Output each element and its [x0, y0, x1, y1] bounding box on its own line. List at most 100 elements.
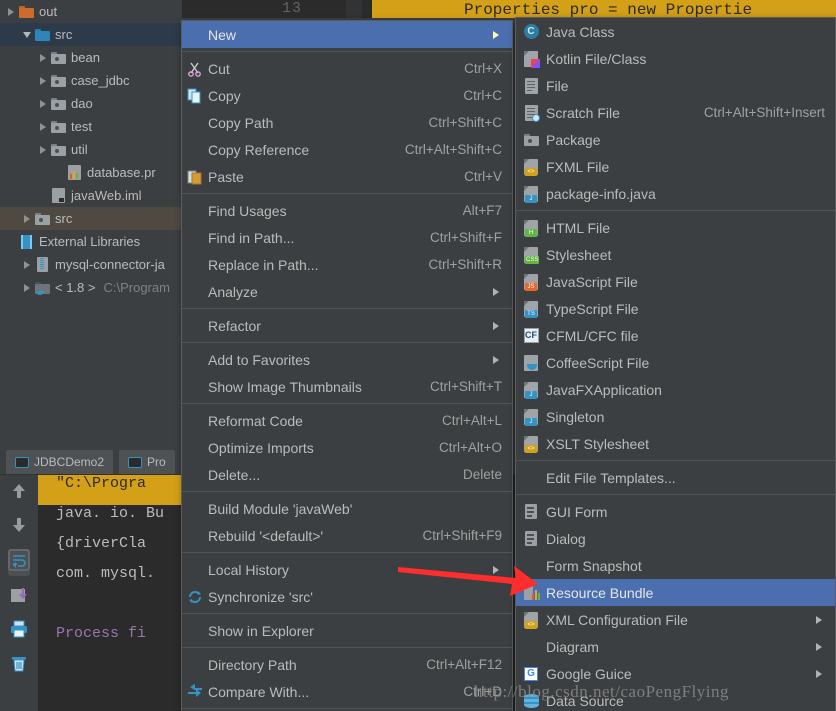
tree-item-javaweb-iml[interactable]: javaWeb.iml [0, 184, 182, 207]
menu-item-delete[interactable]: Delete... Delete [182, 461, 512, 488]
menu-item-show-image-thumbnails[interactable]: Show Image Thumbnails Ctrl+Shift+T [182, 373, 512, 400]
tree-item-dao[interactable]: dao [0, 92, 182, 115]
menu-item-kotlin-file-class[interactable]: Kotlin File/Class [516, 45, 835, 72]
arrow-down-icon[interactable] [9, 515, 29, 540]
context-menu[interactable]: New Cut Ctrl+X Copy Ctrl+C Copy Path Ctrl+Shif… [181, 20, 513, 711]
soft-wrap-icon[interactable] [8, 549, 30, 576]
menu-item-typescript-file[interactable]: TS TypeScript File [516, 295, 835, 322]
tree-item-label: src [55, 211, 73, 226]
menu-item-find-usages[interactable]: Find Usages Alt+F7 [182, 197, 512, 224]
menu-item-label: CoffeeScript File [546, 354, 650, 371]
tree-item-bean[interactable]: bean [0, 46, 182, 69]
chevron-right-icon[interactable] [20, 281, 33, 294]
chevron-right-icon[interactable] [36, 74, 49, 87]
chevron-right-icon[interactable] [36, 97, 49, 110]
tree-item-src[interactable]: src [0, 23, 182, 46]
css-file-icon: CSS [516, 241, 546, 268]
menu-item-copy-reference[interactable]: Copy Reference Ctrl+Alt+Shift+C [182, 136, 512, 163]
tree-item-util[interactable]: util [0, 138, 182, 161]
menu-item-reformat-code[interactable]: Reformat Code Ctrl+Alt+L [182, 407, 512, 434]
menu-item-show-in-explorer[interactable]: Show in Explorer [182, 617, 512, 644]
menu-item-synchronize-src[interactable]: Synchronize 'src' [182, 583, 512, 610]
menu-item-replace-in-path[interactable]: Replace in Path... Ctrl+Shift+R [182, 251, 512, 278]
tree-item-test[interactable]: test [0, 115, 182, 138]
menu-item-copy-path[interactable]: Copy Path Ctrl+Shift+C [182, 109, 512, 136]
tree-item-out[interactable]: out [0, 0, 182, 23]
chevron-right-icon[interactable] [20, 258, 33, 271]
menu-item-build-module-javaweb[interactable]: Build Module 'javaWeb' [182, 495, 512, 522]
submenu-arrow-icon [492, 321, 502, 331]
run-tab-jdbcdemo2[interactable]: JDBCDemo2 [6, 450, 114, 474]
chevron-right-icon[interactable] [36, 51, 49, 64]
menu-item-xml-configuration-file[interactable]: <> XML Configuration File [516, 606, 835, 633]
menu-item-dialog[interactable]: Dialog [516, 525, 835, 552]
menu-icon-placeholder [182, 434, 208, 461]
project-tree[interactable]: out src bean case_jdbc dao test util database.p… [0, 0, 182, 450]
chevron-right-icon[interactable] [4, 5, 17, 18]
menu-item-edit-file-templates[interactable]: Edit File Templates... [516, 464, 835, 491]
menu-item-analyze[interactable]: Analyze [182, 278, 512, 305]
menu-item-add-to-favorites[interactable]: Add to Favorites [182, 346, 512, 373]
chevron-right-icon[interactable] [36, 120, 49, 133]
menu-item-file[interactable]: File [516, 72, 835, 99]
tree-item-external-libraries[interactable]: External Libraries [0, 230, 182, 253]
menu-item-package[interactable]: Package [516, 126, 835, 153]
tree-item--1-8-[interactable]: < 1.8 > C:\Program [0, 276, 182, 299]
menu-item-javafxapplication[interactable]: J JavaFXApplication [516, 376, 835, 403]
menu-item-coffeescript-file[interactable]: CoffeeScript File [516, 349, 835, 376]
menu-item-cut[interactable]: Cut Ctrl+X [182, 55, 512, 82]
tree-item-label: database.pr [87, 165, 156, 180]
menu-item-javascript-file[interactable]: JS JavaScript File [516, 268, 835, 295]
menu-icon-placeholder [182, 617, 208, 644]
menu-separator [182, 193, 512, 194]
menu-item-diagram[interactable]: Diagram [516, 633, 835, 660]
menu-item-fxml-file[interactable]: <> FXML File [516, 153, 835, 180]
tree-item-src[interactable]: src [0, 207, 182, 230]
export-icon[interactable] [9, 585, 29, 610]
chevron-right-icon[interactable] [20, 212, 33, 225]
menu-item-java-class[interactable]: C Java Class [516, 18, 835, 45]
menu-item-html-file[interactable]: H HTML File [516, 214, 835, 241]
menu-item-cfml-cfc-file[interactable]: CF CFML/CFC file [516, 322, 835, 349]
menu-item-label: Build Module 'javaWeb' [208, 500, 353, 517]
chevron-down-icon[interactable] [20, 28, 33, 41]
menu-item-new[interactable]: New [182, 21, 512, 48]
menu-item-xslt-stylesheet[interactable]: <> XSLT Stylesheet [516, 430, 835, 457]
menu-item-singleton[interactable]: J Singleton [516, 403, 835, 430]
tree-item-mysql-connector-ja[interactable]: mysql-connector-ja [0, 253, 182, 276]
coffeescript-file-icon [516, 349, 546, 376]
menu-item-directory-path[interactable]: Directory Path Ctrl+Alt+F12 [182, 651, 512, 678]
menu-item-package-info-java[interactable]: Jpackage-info.java [516, 180, 835, 207]
menu-item-paste[interactable]: Paste Ctrl+V [182, 163, 512, 190]
menu-item-compare-with[interactable]: Compare With... Ctrl+D [182, 678, 512, 705]
menu-item-refactor[interactable]: Refactor [182, 312, 512, 339]
menu-item-optimize-imports[interactable]: Optimize Imports Ctrl+Alt+O [182, 434, 512, 461]
menu-item-gui-form[interactable]: GUI Form [516, 498, 835, 525]
new-submenu[interactable]: C Java Class Kotlin File/Class File Scratch … [515, 17, 836, 711]
menu-icon-placeholder [182, 21, 208, 48]
menu-item-stylesheet[interactable]: CSS Stylesheet [516, 241, 835, 268]
menu-item-rebuild-default[interactable]: Rebuild '<default>' Ctrl+Shift+F9 [182, 522, 512, 549]
menu-item-local-history[interactable]: Local History [182, 556, 512, 583]
menu-item-label: Find in Path... [208, 229, 295, 246]
menu-item-label: Directory Path [208, 656, 297, 673]
arrow-up-icon[interactable] [9, 481, 29, 506]
print-icon[interactable] [9, 619, 29, 644]
menu-item-find-in-path[interactable]: Find in Path... Ctrl+Shift+F [182, 224, 512, 251]
menu-item-label: HTML File [546, 219, 611, 236]
java-file-icon: J [516, 403, 546, 430]
chevron-right-icon[interactable] [36, 143, 49, 156]
menu-icon-placeholder [182, 224, 208, 251]
menu-item-form-snapshot[interactable]: Form Snapshot [516, 552, 835, 579]
menu-item-label: XML Configuration File [546, 611, 688, 628]
trash-icon[interactable] [9, 653, 29, 678]
tree-item-case-jdbc[interactable]: case_jdbc [0, 69, 182, 92]
menu-item-copy[interactable]: Copy Ctrl+C [182, 82, 512, 109]
run-toolbar[interactable] [0, 475, 38, 711]
menu-item-scratch-file[interactable]: Scratch File Ctrl+Alt+Shift+Insert [516, 99, 835, 126]
menu-item-resource-bundle[interactable]: Resource Bundle [516, 579, 835, 606]
tree-item-database-pr[interactable]: database.pr [0, 161, 182, 184]
run-tab-pro[interactable]: Pro [119, 450, 175, 474]
menu-item-shortcut: Ctrl+Alt+O [438, 440, 502, 455]
